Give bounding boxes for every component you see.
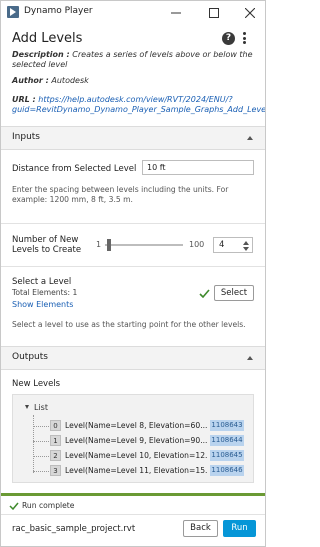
- slider-max-label: 100: [189, 240, 205, 249]
- element-id[interactable]: 1108644: [210, 435, 244, 446]
- chevron-up-icon: [247, 356, 253, 360]
- tree-branch: [33, 471, 49, 472]
- close-icon: [245, 8, 255, 18]
- total-elements: Total Elements: 1: [12, 288, 77, 297]
- list-item: 0 Level(Name=Level 8, Elevation=60... 11…: [33, 420, 253, 432]
- run-button[interactable]: Run: [223, 520, 256, 537]
- divider: [1, 266, 265, 267]
- item-text: Level(Name=Level 9, Elevation=90...: [65, 436, 207, 445]
- back-button[interactable]: Back: [183, 520, 218, 537]
- expand-triangle-icon[interactable]: [25, 405, 29, 409]
- distance-help: Enter the spacing between levels includi…: [12, 185, 229, 204]
- list-label: List: [34, 403, 48, 412]
- item-text: Level(Name=Level 11, Elevation=15...: [65, 466, 207, 475]
- select-button[interactable]: Select: [214, 285, 254, 301]
- show-elements-link[interactable]: Show Elements: [12, 300, 73, 309]
- item-index: 1: [50, 435, 61, 446]
- number-label-line2: Levels to Create: [12, 245, 82, 255]
- item-index: 2: [50, 450, 61, 461]
- maximize-button[interactable]: [201, 3, 227, 23]
- project-file-name: rac_basic_sample_project.rvt: [12, 524, 136, 534]
- distance-input[interactable]: 10 ft: [142, 160, 254, 175]
- maximize-icon: [209, 8, 219, 18]
- url-link[interactable]: https://help.autodesk.com/view/RVT/2024/…: [38, 95, 232, 104]
- divider: [1, 223, 265, 224]
- total-elements-value: 1: [72, 288, 78, 297]
- more-options-icon[interactable]: [241, 30, 247, 46]
- inputs-section-header[interactable]: Inputs: [1, 126, 265, 150]
- checkmark-icon: [199, 289, 210, 298]
- description-label: Description :: [12, 50, 70, 59]
- element-id[interactable]: 1108643: [210, 420, 244, 431]
- window-title: Dynamo Player: [24, 6, 93, 16]
- graph-description: Description : Creates a series of levels…: [12, 50, 260, 70]
- minimize-button[interactable]: [163, 3, 189, 23]
- number-of-levels-label: Number of New Levels to Create: [12, 235, 81, 255]
- select-level-label: Select a Level: [12, 277, 72, 287]
- run-status: Run complete: [9, 501, 75, 511]
- graph-url: URL : https://help.autodesk.com/view/RVT…: [12, 95, 265, 115]
- run-status-text: Run complete: [22, 501, 75, 510]
- tree-branch: [33, 426, 49, 427]
- new-levels-label: New Levels: [12, 379, 61, 389]
- url-link-continued[interactable]: guid=RevitDynamo_Dynamo_Player_Sample_Gr…: [12, 105, 265, 114]
- graph-title: Add Levels: [12, 31, 83, 46]
- inputs-section-label: Inputs: [12, 132, 40, 142]
- checkmark-icon: [9, 502, 19, 511]
- author-value: Autodesk: [51, 76, 89, 85]
- close-button[interactable]: [237, 3, 263, 23]
- tree-branch: [33, 441, 49, 442]
- author-label: Author :: [12, 76, 49, 85]
- tree-branch: [33, 456, 49, 457]
- list-node[interactable]: List: [25, 403, 48, 412]
- item-text: Level(Name=Level 8, Elevation=60...: [65, 421, 207, 430]
- minimize-icon: [171, 12, 181, 14]
- stepper-down-icon[interactable]: [243, 247, 249, 251]
- select-level-help: Select a level to use as the starting po…: [12, 320, 246, 329]
- number-stepper-value[interactable]: 4: [219, 240, 224, 250]
- run-status-bar: [1, 493, 265, 496]
- number-label-line1: Number of New: [12, 235, 79, 245]
- output-tree: List 0 Level(Name=Level 8, Elevation=60.…: [12, 394, 254, 483]
- item-index: 3: [50, 465, 61, 476]
- number-slider-track[interactable]: [105, 244, 183, 246]
- distance-label: Distance from Selected Level: [12, 164, 137, 174]
- divider: [1, 514, 265, 515]
- stepper-up-icon[interactable]: [243, 241, 249, 245]
- dynamo-player-window: Dynamo Player Add Levels ? Description :…: [0, 0, 266, 547]
- total-elements-label: Total Elements:: [12, 288, 71, 297]
- graph-author: Author : Autodesk: [12, 76, 89, 86]
- number-slider-thumb[interactable]: [107, 239, 111, 251]
- element-id[interactable]: 1108646: [210, 465, 244, 476]
- dynamo-app-icon: [7, 6, 19, 18]
- outputs-section-header[interactable]: Outputs: [1, 346, 265, 370]
- list-item: 3 Level(Name=Level 11, Elevation=15... 1…: [33, 465, 253, 477]
- chevron-up-icon: [247, 136, 253, 140]
- list-item: 1 Level(Name=Level 9, Elevation=90... 11…: [33, 435, 253, 447]
- element-id[interactable]: 1108645: [210, 450, 244, 461]
- outputs-section-label: Outputs: [12, 352, 48, 362]
- number-stepper[interactable]: 4: [213, 237, 253, 253]
- url-label: URL :: [12, 95, 36, 104]
- list-item: 2 Level(Name=Level 10, Elevation=12... 1…: [33, 450, 253, 462]
- item-text: Level(Name=Level 10, Elevation=12...: [65, 451, 207, 460]
- item-index: 0: [50, 420, 61, 431]
- title-bar: Dynamo Player: [1, 1, 265, 25]
- help-icon[interactable]: ?: [222, 32, 235, 45]
- slider-min-label: 1: [96, 240, 102, 249]
